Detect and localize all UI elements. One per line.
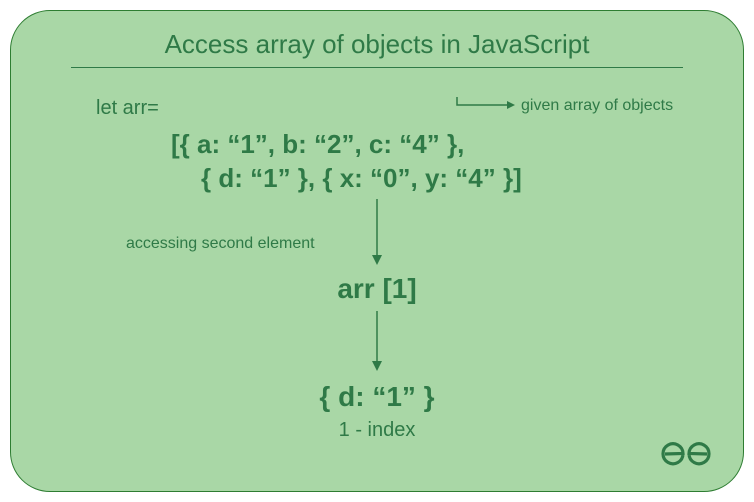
arrow-down-icon (367, 311, 387, 373)
result-value: { d: “1” } (319, 381, 434, 413)
diagram-card: Access array of objects in JavaScript le… (10, 10, 744, 492)
arrow-down-icon (367, 199, 387, 267)
access-expression: arr [1] (337, 273, 416, 305)
diagram-title: Access array of objects in JavaScript (165, 29, 590, 60)
geeksforgeeks-logo-icon (661, 439, 711, 469)
label-accessing-element: accessing second element (126, 235, 315, 253)
title-underline (71, 67, 683, 68)
code-line-1: [{ a: “1”, b: “2”, c: “4” }, (171, 129, 464, 160)
index-label: 1 - index (339, 419, 416, 442)
arrow-right-icon (453, 93, 515, 115)
code-line-2: { d: “1” }, { x: “0”, y: “4” }] (201, 163, 522, 194)
label-given-array: given array of objects (521, 97, 673, 115)
declaration-text: let arr= (96, 97, 159, 120)
